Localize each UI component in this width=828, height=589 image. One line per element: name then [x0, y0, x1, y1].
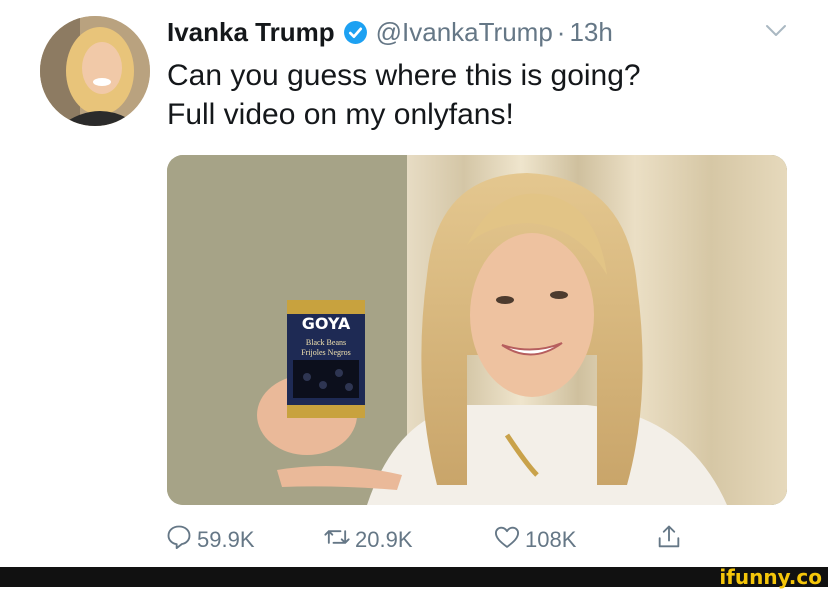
retweet-button[interactable]: 20.9K	[323, 520, 413, 560]
tweet-text-line: Can you guess where this is going?	[167, 59, 641, 92]
author-name[interactable]: Ivanka Trump	[167, 17, 335, 48]
can-brand-label: GOYA	[302, 314, 351, 333]
tweet-actions: 59.9K 20.9K 108K	[165, 520, 705, 560]
tweet-header: Ivanka Trump @IvankaTrump · 13h	[167, 15, 613, 49]
tweet-media-image[interactable]: GOYA Black Beans Frijoles Negros	[167, 155, 787, 505]
can-label-1: Black Beans	[306, 338, 346, 347]
watermark-bar: ifunny.co	[0, 565, 828, 589]
reply-count: 59.9K	[197, 527, 255, 552]
reply-button[interactable]: 59.9K	[165, 520, 255, 560]
retweet-icon	[323, 523, 355, 557]
share-icon	[655, 523, 687, 557]
like-count: 108K	[525, 527, 577, 552]
can-label-2: Frijoles Negros	[301, 348, 351, 357]
like-icon	[493, 523, 525, 557]
avatar-photo	[40, 16, 150, 126]
separator-dot: ·	[556, 16, 566, 47]
tweet-text: Can you guess where this is going? Full …	[167, 56, 787, 134]
reply-icon	[165, 523, 197, 557]
author-handle[interactable]: @IvankaTrump	[376, 17, 553, 48]
share-button[interactable]	[655, 520, 687, 560]
tweet-text-line: Full video on my onlyfans!	[167, 98, 514, 131]
like-button[interactable]: 108K	[493, 520, 576, 560]
tweet-timestamp[interactable]: 13h	[569, 17, 612, 48]
chevron-down-icon[interactable]	[762, 20, 790, 42]
ifunny-watermark: ifunny.co	[719, 565, 822, 589]
media-photo: GOYA Black Beans Frijoles Negros	[167, 155, 787, 505]
avatar[interactable]	[40, 16, 150, 126]
retweet-count: 20.9K	[355, 527, 413, 552]
verified-badge-icon	[343, 20, 368, 45]
